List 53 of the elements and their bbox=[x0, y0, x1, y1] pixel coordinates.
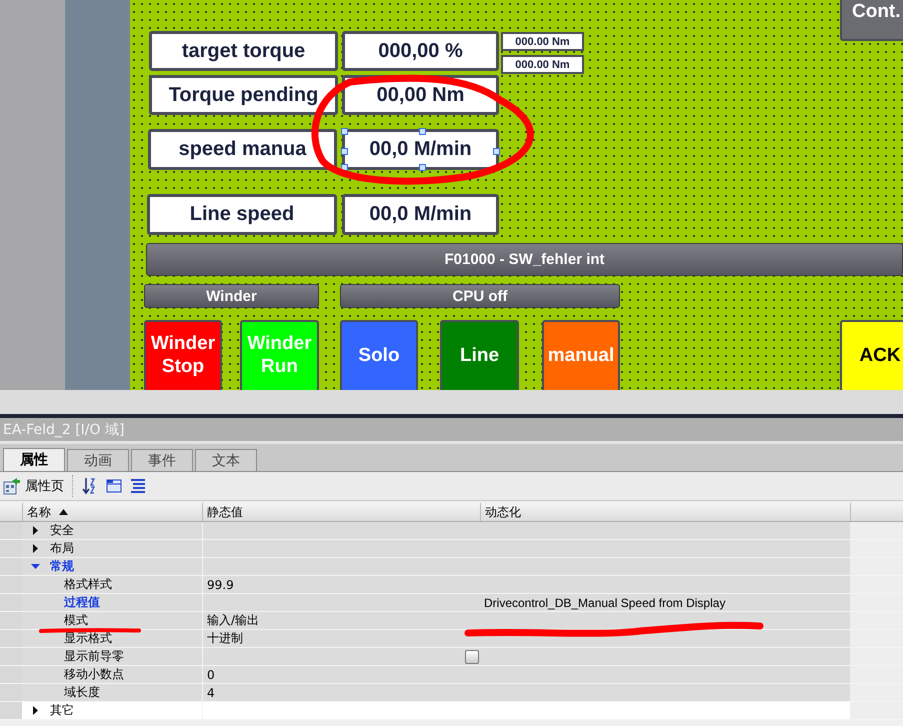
property-value: 99.9 bbox=[207, 578, 234, 592]
status-bar: F01000 - SW_fehler int bbox=[146, 243, 903, 276]
io-field[interactable]: 00,0 M/min bbox=[342, 194, 499, 235]
property-name: 常规 bbox=[50, 558, 74, 575]
status-bar: Winder bbox=[144, 284, 319, 308]
property-value: 0 bbox=[207, 668, 215, 682]
status-bar: CPU off bbox=[340, 284, 620, 308]
hmi-label: target torque bbox=[149, 31, 338, 71]
small-io-field: 000.00 Nm bbox=[501, 32, 584, 51]
property-name: 其它 bbox=[50, 702, 74, 719]
dynamic-value: Drivecontrol_DB_Manual Speed from Display bbox=[484, 596, 726, 610]
hmi-button[interactable]: ACK bbox=[840, 320, 903, 390]
expand-arrow-icon[interactable] bbox=[31, 706, 40, 715]
io-field[interactable]: 00,0 M/min bbox=[342, 129, 499, 170]
property-name: 过程值 bbox=[64, 594, 100, 611]
hmi-label: Torque pending bbox=[149, 75, 338, 115]
sort-icon[interactable] bbox=[82, 477, 98, 495]
property-name: 模式 bbox=[64, 612, 88, 629]
tab[interactable]: 文本 bbox=[195, 449, 257, 471]
hmi-button[interactable]: Solo bbox=[340, 320, 418, 390]
checkbox[interactable] bbox=[465, 650, 479, 664]
property-page-button[interactable]: 属性页 bbox=[3, 477, 64, 495]
property-value: 十进制 bbox=[207, 630, 243, 647]
property-page-icon bbox=[3, 477, 21, 495]
hmi-label: Line speed bbox=[147, 194, 337, 235]
row-header bbox=[0, 702, 22, 719]
expand-arrow-icon[interactable] bbox=[31, 544, 40, 553]
property-value: 4 bbox=[207, 686, 215, 700]
panel-title: EA-Feld_2 [I/O 域] bbox=[3, 420, 124, 438]
io-field[interactable]: 000,00 % bbox=[342, 31, 499, 71]
column-header[interactable]: 动态化 bbox=[480, 503, 850, 521]
property-name: 域长度 bbox=[64, 684, 100, 701]
column-header[interactable]: 名称 bbox=[22, 503, 202, 521]
list-icon[interactable] bbox=[130, 478, 146, 494]
column-header[interactable]: 静态值 bbox=[202, 503, 480, 521]
property-name: 显示格式 bbox=[64, 630, 112, 647]
property-name: 安全 bbox=[50, 522, 74, 539]
tab[interactable]: 事件 bbox=[131, 449, 193, 471]
tab[interactable]: 属性 bbox=[3, 448, 65, 471]
property-name: 布局 bbox=[50, 540, 74, 557]
property-value: 输入/输出 bbox=[207, 612, 260, 629]
hmi-button[interactable]: Winder Stop bbox=[144, 320, 222, 390]
property-name: 显示前导零 bbox=[64, 648, 124, 665]
column-header-label: 名称 bbox=[27, 504, 51, 521]
sort-arrow-icon bbox=[59, 509, 68, 515]
hmi-label: speed manua bbox=[148, 129, 337, 170]
small-io-field: 000.00 Nm bbox=[501, 55, 584, 74]
property-name: 格式样式 bbox=[64, 576, 112, 593]
hmi-button[interactable]: Cont. bbox=[840, 0, 903, 41]
expand-arrow-icon[interactable] bbox=[31, 526, 40, 535]
hmi-button[interactable]: Line bbox=[440, 320, 519, 390]
tab[interactable]: 动画 bbox=[67, 449, 129, 471]
property-name: 移动小数点 bbox=[64, 666, 124, 683]
